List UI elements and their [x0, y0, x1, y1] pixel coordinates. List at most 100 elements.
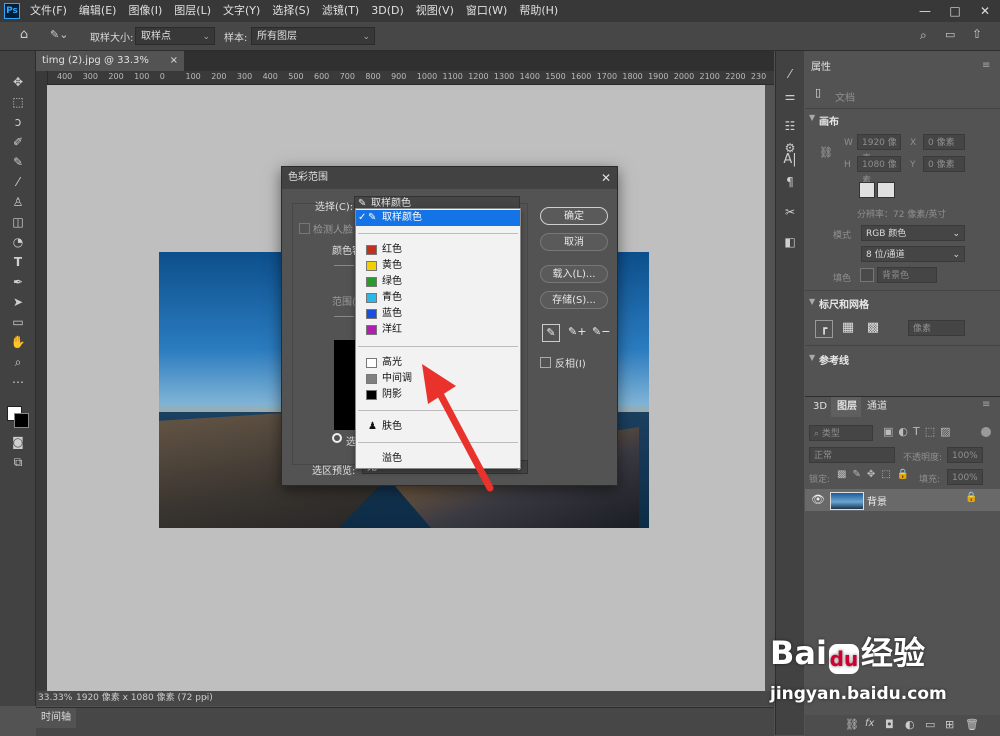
- menu-item-color[interactable]: 洋红: [356, 322, 520, 338]
- paragraph-icon[interactable]: ¶: [781, 173, 799, 191]
- menu-item-color[interactable]: 黄色: [356, 258, 520, 274]
- share-icon[interactable]: ⇧: [972, 27, 982, 41]
- tab-properties[interactable]: 属性: [805, 58, 837, 78]
- eyedropper-plus-icon[interactable]: ✎+: [568, 324, 586, 340]
- ok-button[interactable]: 确定: [540, 207, 608, 225]
- eyedropper-minus-icon[interactable]: ✎−: [592, 324, 610, 340]
- menu-item-color[interactable]: 蓝色: [356, 306, 520, 322]
- adjustment-icon[interactable]: ◐: [905, 718, 915, 731]
- grid-icon[interactable]: ▦: [840, 320, 856, 336]
- status-more-icon[interactable]: ›: [204, 691, 208, 706]
- adjustments-icon[interactable]: ⚌: [781, 87, 799, 105]
- panel-menu-icon[interactable]: ≡: [982, 60, 990, 71]
- menu-item[interactable]: 3D(D): [371, 0, 404, 22]
- workspace-icon[interactable]: ▭: [945, 28, 955, 41]
- move-tool-icon[interactable]: ✥: [9, 73, 27, 91]
- fuzziness-slider[interactable]: [334, 265, 354, 266]
- depth-select[interactable]: 8 位/通道 ⌄: [861, 246, 965, 262]
- chevron-down-icon[interactable]: ▼: [809, 353, 815, 362]
- menu-item[interactable]: 窗口(W): [466, 0, 507, 22]
- menu-item[interactable]: 图层(L): [174, 0, 211, 22]
- fx-icon[interactable]: fx: [865, 718, 874, 729]
- screen-mode-icon[interactable]: ⧉: [9, 453, 27, 471]
- tab-timeline[interactable]: 时间轴: [36, 708, 76, 728]
- chevron-down-icon[interactable]: ▼: [809, 113, 815, 122]
- minimize-button[interactable]: —: [910, 0, 940, 22]
- load-button[interactable]: 载入(L)...: [540, 265, 608, 283]
- tab-3d[interactable]: 3D: [807, 397, 834, 417]
- landscape-icon[interactable]: [877, 182, 895, 198]
- dialog-close-icon[interactable]: ✕: [601, 167, 611, 189]
- pen-tool-icon[interactable]: ✒: [9, 273, 27, 291]
- fill-swatch[interactable]: [860, 268, 874, 282]
- eyedropper-icon[interactable]: ✎: [542, 324, 560, 342]
- tab-layers[interactable]: 图层: [831, 397, 863, 417]
- invert-checkbox[interactable]: [540, 357, 551, 368]
- height-field[interactable]: 1080 像素: [857, 156, 901, 186]
- zoom-level[interactable]: 33.33%: [38, 691, 72, 706]
- close-window-button[interactable]: ✕: [970, 0, 1000, 22]
- menu-item[interactable]: 文件(F): [30, 0, 67, 22]
- trash-icon[interactable]: 🗑: [965, 718, 979, 731]
- lock-icons[interactable]: ▩✎✥⬚🔒: [837, 469, 915, 480]
- width-field[interactable]: 1920 像素: [857, 134, 901, 164]
- brush-settings-icon[interactable]: ⁄: [781, 65, 799, 83]
- photoshop-logo-icon[interactable]: Ps: [4, 3, 20, 19]
- hand-tool-icon[interactable]: ✋: [9, 333, 27, 351]
- more-tools-icon[interactable]: ⋯: [9, 373, 27, 391]
- sample-size-select[interactable]: 取样点 ⌄: [135, 27, 215, 45]
- layer-row[interactable]: 👁 背景 🔒: [805, 489, 1000, 511]
- link-layers-icon[interactable]: ⛓: [845, 718, 859, 731]
- menu-item[interactable]: 文字(Y): [223, 0, 260, 22]
- type-tool-icon[interactable]: T: [9, 253, 27, 271]
- fill-select[interactable]: 背景色: [877, 267, 937, 283]
- filter-toggle[interactable]: [981, 427, 991, 437]
- document-tab[interactable]: timg (2).jpg @ 33.3%(RGB/8#) ×: [36, 51, 184, 86]
- marquee-tool-icon[interactable]: ⬚: [9, 93, 27, 111]
- opacity-field[interactable]: 100%: [947, 447, 983, 463]
- maximize-button[interactable]: □: [940, 0, 970, 22]
- menu-item-color[interactable]: 青色: [356, 290, 520, 306]
- eyedropper-icon[interactable]: ✎: [9, 153, 27, 171]
- save-button[interactable]: 存储(S)...: [540, 291, 608, 309]
- tools-icon[interactable]: ✂: [781, 203, 799, 221]
- eye-icon[interactable]: 👁: [811, 493, 825, 506]
- ruler-icon[interactable]: ┏: [815, 320, 833, 338]
- sample-select[interactable]: 所有图层 ⌄: [251, 27, 375, 45]
- home-icon[interactable]: ⌂: [16, 27, 32, 43]
- kind-filter[interactable]: ⌕ 类型: [809, 425, 873, 441]
- fill-opacity-field[interactable]: 100%: [947, 469, 983, 485]
- menu-item-color[interactable]: 红色: [356, 242, 520, 258]
- range-slider[interactable]: [334, 316, 354, 317]
- eyedropper-tool-icon[interactable]: ✎⌄: [50, 27, 76, 43]
- menu-item[interactable]: 视图(V): [416, 0, 454, 22]
- lasso-tool-icon[interactable]: ↄ: [9, 113, 27, 131]
- background-color-swatch[interactable]: [14, 413, 29, 428]
- menu-item[interactable]: 编辑(E): [79, 0, 117, 22]
- layer-name[interactable]: 背景: [867, 493, 887, 508]
- quick-select-tool-icon[interactable]: ✐: [9, 133, 27, 151]
- menu-item[interactable]: 滤镜(T): [322, 0, 359, 22]
- folder-icon[interactable]: ▭: [925, 718, 935, 731]
- selection-radio[interactable]: [332, 433, 342, 443]
- detect-faces-checkbox[interactable]: [299, 223, 310, 234]
- pixel-grid-icon[interactable]: ▩: [865, 320, 881, 336]
- filter-icons[interactable]: ▣◐T⬚▨: [883, 425, 956, 438]
- chevron-down-icon[interactable]: ▼: [809, 297, 815, 306]
- blend-mode-select[interactable]: 正常: [809, 447, 895, 463]
- y-field[interactable]: 0 像素: [923, 156, 965, 172]
- menu-item-sampled-colors[interactable]: ✓ ✎ 取样颜色: [356, 210, 520, 226]
- history-icon[interactable]: ◧: [781, 233, 799, 251]
- brush-tool-icon[interactable]: ⁄: [9, 173, 27, 191]
- new-layer-icon[interactable]: ⊞: [945, 718, 954, 731]
- unit-select[interactable]: 像素: [908, 320, 965, 336]
- menu-item[interactable]: 帮助(H): [519, 0, 558, 22]
- stamp-tool-icon[interactable]: ♙: [9, 193, 27, 211]
- character-icon[interactable]: A|: [781, 151, 799, 169]
- properties-icon[interactable]: ☷: [781, 117, 799, 135]
- panel-menu-icon[interactable]: ≡: [982, 399, 990, 410]
- menu-item-color[interactable]: 绿色: [356, 274, 520, 290]
- portrait-icon[interactable]: [859, 182, 875, 198]
- shape-tool-icon[interactable]: ▭: [9, 313, 27, 331]
- link-icon[interactable]: ⛓: [819, 146, 833, 159]
